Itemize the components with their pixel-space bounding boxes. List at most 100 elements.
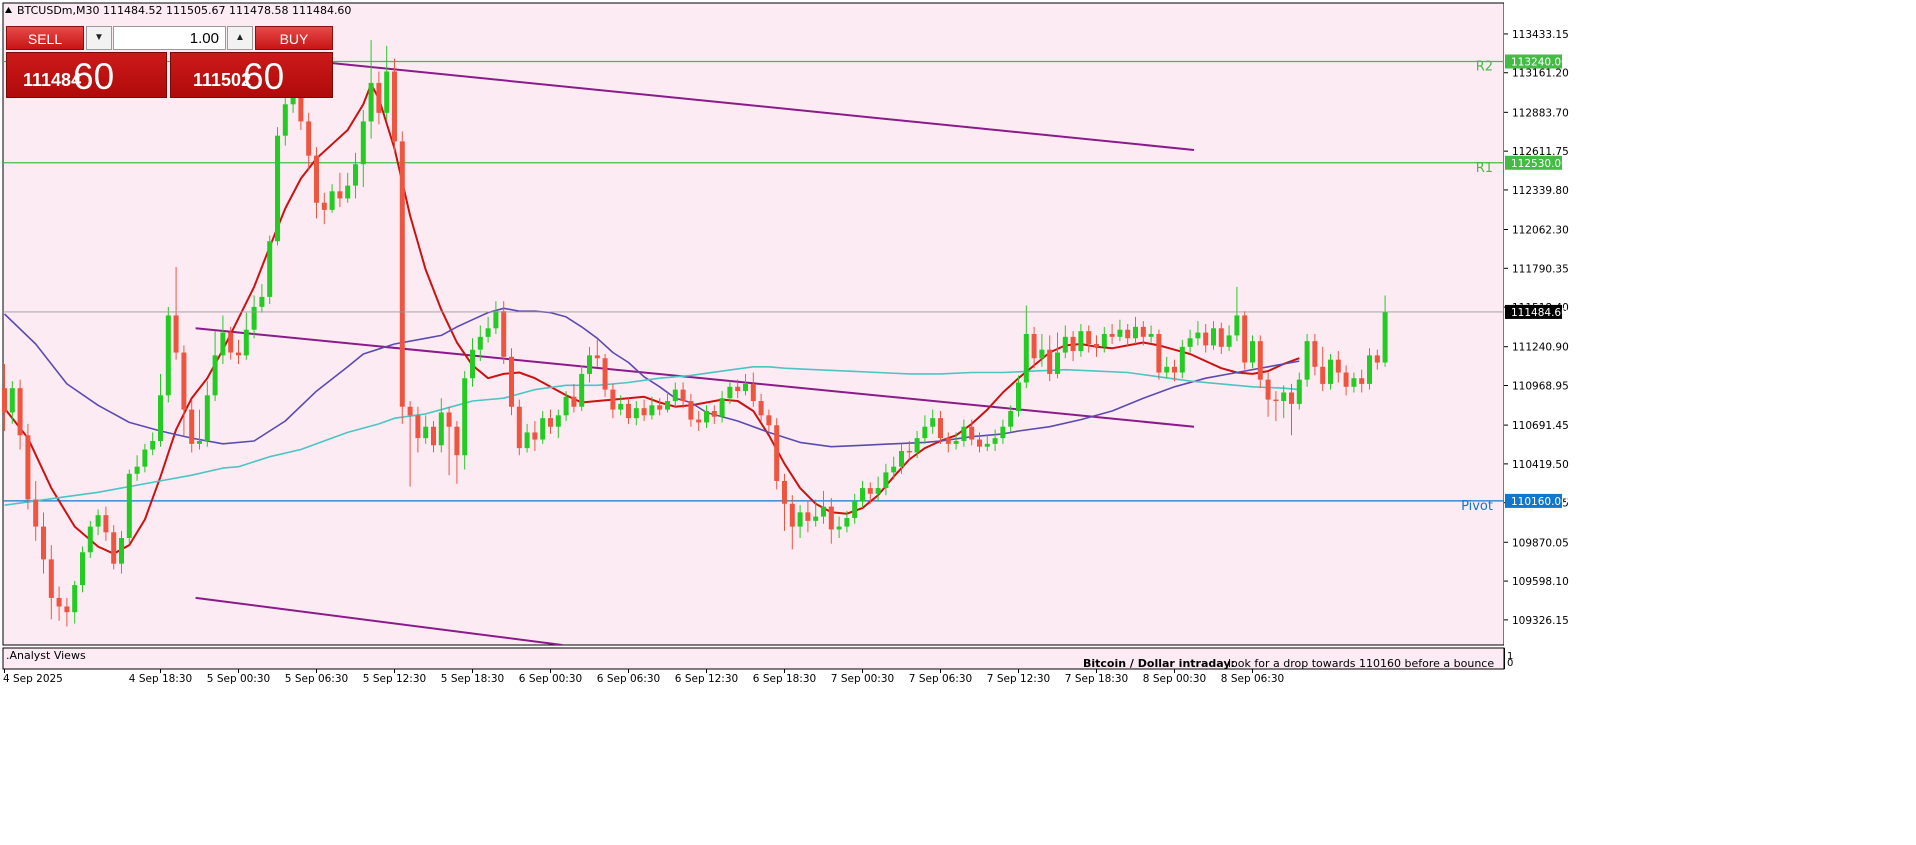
candle-body: [774, 425, 780, 481]
volume-increase-button[interactable]: ▲: [227, 26, 253, 50]
candle: [1156, 329, 1162, 380]
chart-plot-area[interactable]: [2, 2, 1505, 646]
candle: [1242, 311, 1248, 370]
candle-body: [688, 401, 694, 420]
candle-body: [571, 396, 577, 407]
candle-body: [984, 443, 990, 447]
candle-body: [103, 515, 109, 533]
candle-body: [945, 438, 951, 444]
candle: [509, 348, 514, 416]
candle-body: [181, 352, 187, 410]
volume-input[interactable]: [113, 26, 226, 50]
candle: [1304, 333, 1310, 387]
candle-body: [1101, 333, 1107, 347]
x-tick-label: 7 Sep 12:30: [987, 673, 1050, 685]
sell-price-button[interactable]: 111484 60: [6, 52, 167, 98]
candle: [126, 469, 132, 544]
candle-body: [1172, 366, 1177, 373]
candle-body: [431, 426, 436, 446]
candle: [774, 418, 780, 490]
x-tick-label: 5 Sep 00:30: [207, 673, 270, 685]
candle-body: [399, 141, 405, 407]
symbol-header: BTCUSDm,M30 111484.52 111505.67 111478.5…: [17, 4, 351, 17]
candle-body: [1242, 315, 1248, 363]
candle-body: [1289, 392, 1294, 404]
candle-body: [602, 358, 608, 390]
indicator-name: .Analyst Views: [6, 649, 86, 662]
candle-body: [555, 415, 561, 427]
candle-body: [1211, 328, 1216, 346]
candle-body: [548, 418, 553, 427]
y-tick-label: 110691.45: [1512, 420, 1569, 432]
candle-body: [1343, 372, 1349, 387]
candle-body: [267, 241, 273, 297]
sell-price-pips: 60: [73, 56, 115, 97]
candle-body: [87, 526, 93, 553]
sell-button[interactable]: SELL: [6, 26, 84, 50]
y-tick-label: 112062.30: [1512, 225, 1569, 237]
y-tick-label: 109598.10: [1512, 576, 1569, 588]
candle-body: [150, 440, 156, 450]
candle-body: [844, 518, 850, 527]
candle-body: [189, 409, 195, 444]
candle-body: [961, 426, 967, 441]
candle-body: [1234, 315, 1240, 336]
candle-body: [618, 403, 624, 410]
candle-body: [711, 411, 717, 417]
candle-body: [813, 516, 819, 521]
candle-body: [251, 306, 257, 330]
level-tag-label: 113240.00: [1511, 56, 1568, 68]
analysis-title: Bitcoin / Dollar intraday:: [1083, 657, 1235, 670]
candle-body: [165, 315, 171, 396]
candle-body: [48, 559, 54, 598]
candle-body: [828, 506, 834, 530]
candle-body: [95, 515, 101, 527]
candle-body: [805, 512, 811, 521]
price-chart[interactable]: R2 R1 Pivot 113433.15 113161.20 112883.70 112…: [0, 0, 1916, 840]
candle-body: [423, 426, 429, 439]
candle-body: [836, 526, 842, 530]
candle-body: [368, 82, 374, 122]
current-price-label: 111484.60: [1511, 307, 1568, 319]
candle-body: [672, 389, 678, 402]
candle-body: [821, 506, 826, 517]
x-tick-label: 8 Sep 06:30: [1221, 673, 1284, 685]
candle-body: [1000, 426, 1006, 439]
candle-body: [438, 412, 444, 446]
indicator-scale-bottom: 0: [1507, 658, 1513, 669]
candle-body: [1140, 326, 1146, 337]
candle-body: [782, 480, 787, 504]
candle-body: [524, 432, 530, 449]
candle-body: [657, 405, 663, 410]
candle: [275, 127, 280, 246]
candle-body: [1328, 359, 1333, 384]
candle-body: [930, 418, 936, 427]
candle-body: [329, 191, 335, 210]
indicator-axis: [1504, 648, 1505, 669]
candle-body: [1203, 332, 1209, 346]
candle-body: [314, 155, 319, 203]
chart-window[interactable]: R2 R1 Pivot 113433.15 113161.20 112883.70 112…: [0, 0, 1916, 840]
buy-button[interactable]: BUY: [255, 26, 333, 50]
candle-body: [1133, 326, 1138, 339]
candle-body: [1039, 349, 1045, 359]
candle-body: [1250, 341, 1255, 363]
x-tick-label: 5 Sep 18:30: [441, 673, 504, 685]
candle-body: [750, 383, 756, 402]
candle-body: [938, 418, 943, 439]
y-tick-label: 113433.15: [1512, 29, 1569, 41]
candle-body: [969, 426, 975, 440]
volume-decrease-button[interactable]: ▼: [86, 26, 112, 50]
candle-body: [337, 191, 343, 199]
candle-body: [446, 412, 452, 427]
candle-body: [228, 332, 234, 353]
candle-body: [633, 408, 639, 419]
one-click-trading-panel: SELL ▼ ▲ BUY 111484 60 111502 60: [6, 26, 333, 98]
candle-body: [477, 336, 483, 350]
y-tick-label: 110419.50: [1512, 459, 1569, 471]
buy-price-button[interactable]: 111502 60: [170, 52, 333, 98]
candle-body: [1070, 336, 1076, 352]
candle-body: [236, 352, 241, 356]
candle-body: [33, 499, 39, 527]
candle-body: [220, 332, 226, 356]
